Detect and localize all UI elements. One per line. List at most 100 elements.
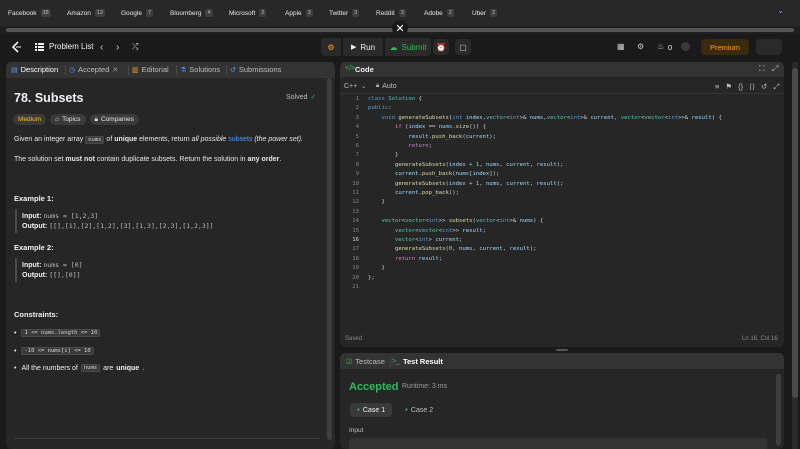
code-line[interactable]: 10 generateSubsets(index + 1, nums, curr…: [340, 180, 780, 190]
line-number: 17: [352, 246, 359, 253]
company-tag[interactable]: Twitter 3: [329, 8, 360, 18]
premium-button[interactable]: Premium: [701, 39, 749, 55]
input-section-label: Input: [349, 427, 364, 434]
company-tag[interactable]: Reddit 3: [376, 8, 406, 18]
code-line[interactable]: 6 return;: [340, 142, 780, 152]
code-line[interactable]: 1 class Solution {: [340, 95, 780, 105]
alarm-clock-icon[interactable]: ⏰: [433, 39, 449, 55]
code-line[interactable]: 14 vector<vector<int>> subsets(vector<in…: [340, 217, 780, 227]
tag-row: Medium ⌂ Topics 🔒︎ Companies: [13, 114, 139, 125]
line-number: 20: [352, 274, 359, 281]
code-line[interactable]: 18 return result;: [340, 255, 780, 265]
problem-list-link[interactable]: Problem List: [49, 42, 93, 51]
output-label: Output:: [22, 272, 48, 279]
code-text: vector<vector<int>> subsets(vector<int>&…: [381, 218, 544, 225]
prev-problem-icon[interactable]: ‹: [100, 42, 103, 53]
company-tag[interactable]: Uber 2: [472, 8, 498, 18]
code-text: vector<vector<int>> result;: [394, 227, 486, 234]
page-scrollbar[interactable]: [791, 62, 799, 449]
code-line[interactable]: 16 vector<int> current;: [340, 236, 780, 246]
code-line[interactable]: 4 if (index == nums.size()) {: [340, 123, 780, 133]
avatar[interactable]: [681, 42, 690, 51]
case-2-tab[interactable]: ● Case 2: [398, 403, 440, 417]
panel-resize-handle[interactable]: [556, 349, 568, 351]
code-line[interactable]: 11 current.pop_back();: [340, 189, 780, 199]
run-button[interactable]: ▶ Run: [343, 38, 383, 56]
example-2-output: Output: [[],[0]]: [22, 271, 81, 279]
tab-submissions[interactable]: ↺ Submissions: [230, 65, 281, 74]
code-line[interactable]: 21: [340, 283, 780, 293]
debug-button[interactable]: ⚙: [321, 38, 341, 56]
settings-gear-icon[interactable]: ⚙: [637, 42, 644, 51]
avatar-placeholder[interactable]: [756, 39, 782, 55]
layout-grid-icon[interactable]: ▦: [617, 42, 625, 51]
code-line[interactable]: 13: [340, 208, 780, 218]
code-text: return result;: [394, 255, 443, 262]
company-tag[interactable]: Microsoft 2: [229, 8, 267, 18]
auto-mode[interactable]: 🔒︎ Auto: [376, 83, 397, 90]
case-1-tab[interactable]: ● Case 1: [350, 403, 392, 417]
streak-flame-icon[interactable]: ♨: [657, 42, 664, 51]
close-icon[interactable]: ✕: [112, 66, 118, 74]
shuffle-icon[interactable]: ⤮: [132, 42, 138, 52]
code-icon: </>: [345, 65, 356, 72]
company-name: Bloomberg: [170, 9, 202, 17]
tab-test-result[interactable]: >_ Test Result: [392, 357, 443, 366]
bookmark-icon[interactable]: ⚑: [725, 82, 732, 92]
code-line[interactable]: 15 vector<vector<int>> result;: [340, 227, 780, 237]
company-tag[interactable]: Facebook 38: [8, 8, 51, 18]
document-icon: ▤: [11, 66, 18, 74]
code-line[interactable]: 7 }: [340, 151, 780, 161]
problem-list-icon[interactable]: [35, 43, 44, 51]
maximize-icon[interactable]: ⛶: [759, 64, 765, 74]
next-problem-icon[interactable]: ›: [116, 42, 119, 53]
tab-description[interactable]: ▤ Description: [11, 65, 58, 74]
tab-accepted[interactable]: ◷ Accepted ✕: [69, 65, 118, 74]
company-count-badge: 3: [352, 9, 360, 17]
tab-testcase[interactable]: ☑ Testcase: [346, 357, 385, 366]
example-2-title: Example 2:: [14, 243, 54, 252]
leetcode-logo-icon[interactable]: [11, 41, 22, 53]
company-tag[interactable]: Google 7: [121, 8, 154, 18]
left-scrollbar-thumb[interactable]: [327, 78, 332, 440]
company-tag[interactable]: Apple 3: [285, 8, 313, 18]
company-tag[interactable]: Bloomberg 4: [170, 8, 213, 18]
code-line[interactable]: 8 generateSubsets(index + 1, nums, curre…: [340, 161, 780, 171]
code-line[interactable]: 5 result.push_back(current);: [340, 133, 780, 143]
company-count-badge: 2: [259, 9, 267, 17]
code-line[interactable]: 20};: [340, 274, 780, 284]
subsets-link[interactable]: subsets: [228, 136, 252, 143]
play-icon: ▶: [350, 44, 357, 51]
language-select[interactable]: C++ ⌄: [344, 83, 366, 90]
constraint-text: .: [142, 364, 145, 372]
companies-button[interactable]: 🔒︎ Companies: [89, 114, 139, 125]
test-scrollbar-thumb[interactable]: [776, 374, 781, 446]
code-line[interactable]: 12 }: [340, 198, 780, 208]
code-text: };: [368, 274, 375, 281]
topics-button[interactable]: ⌂ Topics: [50, 114, 86, 125]
braces-icon[interactable]: {}: [738, 82, 743, 92]
format-icon[interactable]: ≡: [715, 82, 719, 92]
bracket-icon[interactable]: ⟨⟩: [749, 82, 755, 92]
company-tag[interactable]: Adobe 2: [424, 8, 454, 18]
code-line[interactable]: 19 }: [340, 264, 780, 274]
tab-solutions[interactable]: ⚗ Solutions: [180, 65, 220, 74]
chevron-down-icon[interactable]: ⌄: [777, 6, 784, 15]
tab-editorial[interactable]: ▥ Editorial: [132, 65, 169, 74]
streak-count: 0: [668, 43, 673, 52]
company-tag[interactable]: Amazon 13: [67, 8, 105, 18]
company-name: Adobe: [424, 9, 443, 17]
code-text: vector<int> current;: [394, 237, 463, 243]
code-text: generateSubsets(index + 1, nums, current…: [394, 180, 564, 187]
code-line[interactable]: 17 generateSubsets(0, nums, current, res…: [340, 245, 780, 255]
submit-button[interactable]: ☁ Submit: [385, 38, 431, 56]
chevron-down-icon: ⌄: [361, 84, 367, 90]
reset-icon[interactable]: ↺: [761, 82, 767, 92]
code-line[interactable]: 9 current.push_back(nums[index]);: [340, 170, 780, 180]
notes-icon[interactable]: ▢: [455, 39, 471, 55]
runtime: Runtime: 3 ms: [402, 383, 448, 390]
code-line[interactable]: 2 public:: [340, 104, 780, 114]
fullscreen-icon[interactable]: ⤢: [773, 82, 779, 92]
code-line[interactable]: 3 void generateSubsets(int index,vector<…: [340, 114, 780, 124]
expand-icon[interactable]: ⤢: [772, 64, 778, 74]
